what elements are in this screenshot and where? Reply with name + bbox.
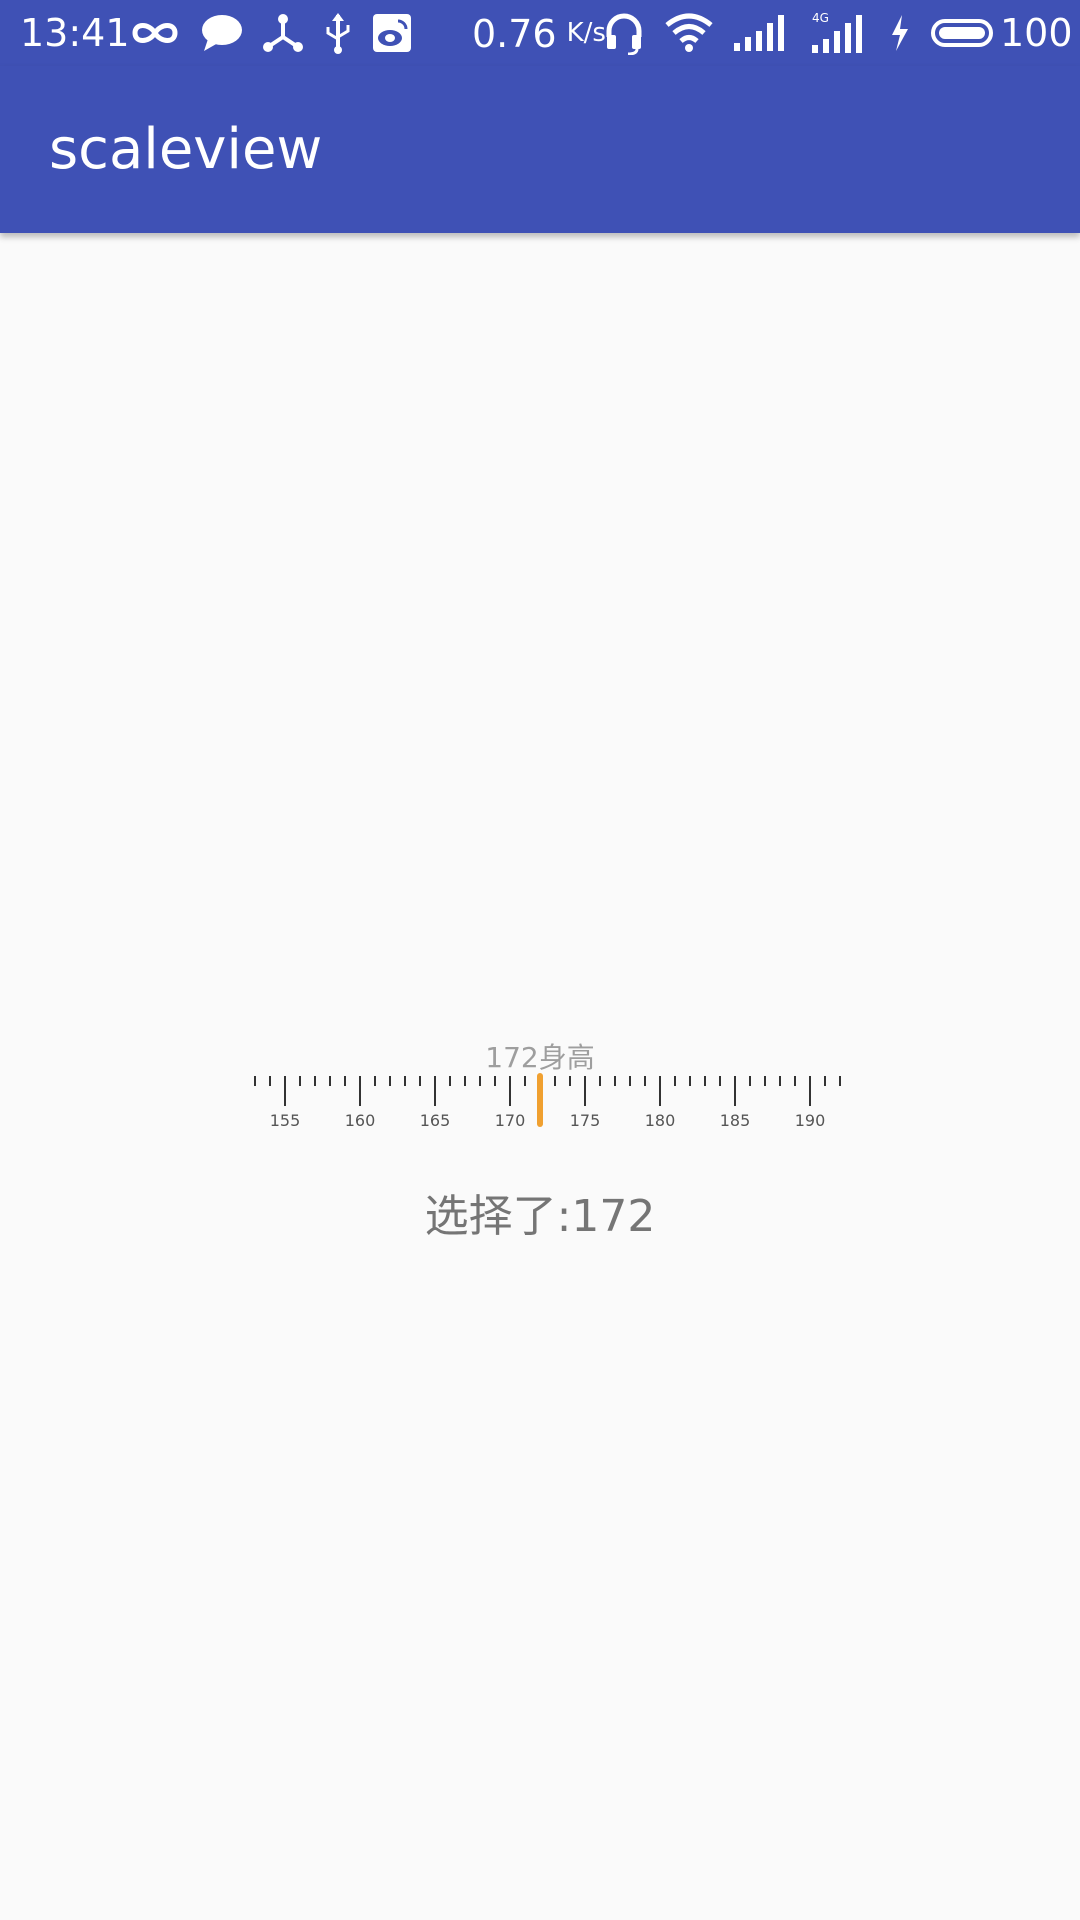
- battery-icon: [930, 0, 996, 66]
- ruler-tick-label: 180: [645, 1111, 676, 1130]
- ruler-tick-label: 185: [720, 1111, 751, 1130]
- usb-icon: [322, 0, 354, 66]
- ruler-tick-label: 175: [570, 1111, 601, 1130]
- headset-icon: [604, 0, 644, 66]
- ruler-tick-label: 190: [795, 1111, 826, 1130]
- charging-icon: [888, 0, 912, 66]
- network-speed-unit: K/s: [566, 18, 606, 48]
- height-ruler[interactable]: 155 160 165 170 175 180 185 190: [0, 1070, 1080, 1140]
- ruler-tick-label: 160: [345, 1111, 376, 1130]
- signal-icon: [732, 0, 788, 66]
- wifi-icon: [664, 0, 714, 66]
- status-time: 13:41: [20, 11, 130, 55]
- chat-icon: [200, 0, 244, 66]
- weibo-icon: [372, 0, 412, 66]
- selection-text: 选择了:172: [424, 1191, 656, 1242]
- status-bar: 13:41 0.76 K/s 4G 100: [0, 0, 1080, 66]
- infinity-icon: [130, 0, 180, 66]
- ruler-tick-label: 155: [270, 1111, 301, 1130]
- battery-percent: 100: [1000, 11, 1073, 55]
- network-speed: 0.76 K/s: [472, 12, 606, 56]
- share-nodes-icon: [262, 0, 304, 66]
- app-bar: scaleview: [0, 66, 1080, 233]
- ruler-tick-label: 165: [420, 1111, 451, 1130]
- ruler-tick-label: 170: [495, 1111, 526, 1130]
- signal-4g-icon: 4G: [810, 0, 868, 66]
- app-title: scaleview: [49, 117, 323, 182]
- network-type-label: 4G: [812, 11, 829, 25]
